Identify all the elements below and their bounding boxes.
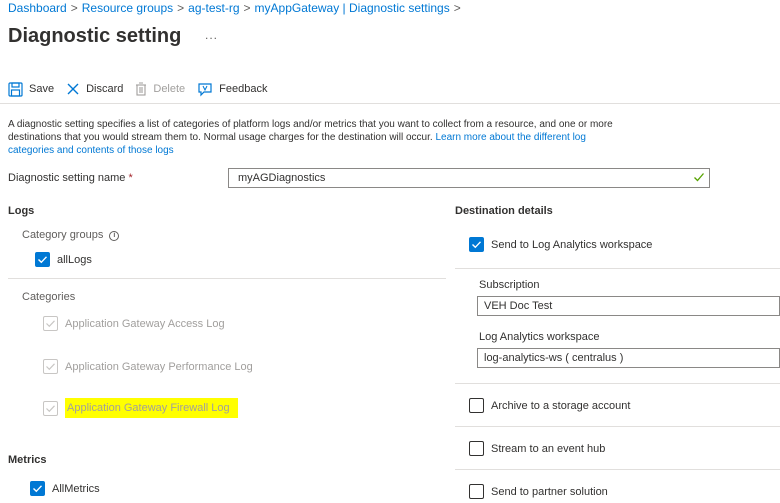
info-icon[interactable]: i [109,231,120,241]
feedback-button[interactable]: Feedback [197,82,267,97]
category-performance-log-label: Application Gateway Performance Log [65,360,253,373]
event-hub-label: Stream to an event hub [491,442,606,455]
breadcrumb-separator: > [453,1,461,15]
destination-heading: Destination details [455,205,553,217]
logs-separator [8,278,446,279]
setting-name-label-text: Diagnostic setting name [8,172,126,184]
more-options-button[interactable]: ... [205,28,218,42]
storage-separator [455,426,780,427]
category-performance-log-row[interactable]: Application Gateway Performance Log [43,359,253,374]
all-metrics-label: AllMetrics [52,482,100,495]
log-analytics-checkbox-row[interactable]: Send to Log Analytics workspace [469,237,652,252]
description: A diagnostic setting specifies a list of… [8,118,628,157]
workspace-dropdown[interactable]: log-analytics-ws ( centralus ) [477,348,780,368]
delete-button[interactable]: Delete [135,82,185,96]
category-access-log-checkbox[interactable] [43,316,58,331]
workspace-separator [455,383,780,384]
partner-solution-label: Send to partner solution [491,485,608,498]
close-icon [67,83,79,95]
logs-heading: Logs [8,205,35,217]
breadcrumb-separator: > [243,1,251,15]
categories-label: Categories [22,291,76,303]
checkmark-icon [38,256,48,264]
breadcrumb-diagnostic-settings[interactable]: myAppGateway | Diagnostic settings [255,1,450,15]
page-title: Diagnostic setting [8,25,182,47]
destination-separator [455,268,780,269]
feedback-label: Feedback [219,83,268,95]
all-logs-checkbox[interactable] [35,252,50,267]
partner-solution-checkbox-row[interactable]: Send to partner solution [469,484,608,499]
breadcrumb-resource-groups[interactable]: Resource groups [82,1,173,15]
required-marker: * [128,172,133,184]
save-button[interactable]: Save [8,81,55,97]
breadcrumb-resource-group[interactable]: ag-test-rg [188,1,239,15]
setting-name-label: Diagnostic setting name * [8,172,133,184]
breadcrumb-separator: > [70,1,78,15]
storage-account-checkbox-row[interactable]: Archive to a storage account [469,398,630,413]
checkmark-icon [46,320,55,328]
save-icon [8,81,23,97]
valid-check-icon [694,173,704,182]
toolbar-divider [0,103,780,104]
category-firewall-log-row[interactable]: Application Gateway Firewall Log [43,398,238,418]
command-bar: Save Discard Delete Feedback [8,80,279,98]
discard-label: Discard [86,83,124,95]
log-analytics-checkbox[interactable] [469,237,484,252]
event-hub-checkbox-row[interactable]: Stream to an event hub [469,441,605,456]
partner-solution-checkbox[interactable] [469,484,484,499]
setting-name-input[interactable] [228,168,710,188]
category-firewall-log-label: Application Gateway Firewall Log [65,398,238,418]
storage-account-checkbox[interactable] [469,398,484,413]
checkmark-icon [33,485,43,493]
checkmark-icon [46,363,55,371]
all-logs-checkbox-row[interactable]: allLogs [35,252,92,267]
delete-label: Delete [153,83,186,95]
all-metrics-checkbox[interactable] [30,481,45,496]
discard-button[interactable]: Discard [66,82,123,96]
metrics-heading: Metrics [8,454,47,466]
log-analytics-label: Send to Log Analytics workspace [491,238,653,251]
category-performance-log-checkbox[interactable] [43,359,58,374]
event-hub-checkbox[interactable] [469,441,484,456]
checkmark-icon [46,404,55,412]
trash-icon [136,82,147,96]
breadcrumb-separator: > [177,1,185,15]
breadcrumb-dashboard[interactable]: Dashboard [8,1,67,15]
all-metrics-checkbox-row[interactable]: AllMetrics [30,481,100,496]
category-firewall-log-checkbox[interactable] [43,400,58,416]
save-label: Save [29,83,55,95]
category-access-log-label: Application Gateway Access Log [65,317,225,330]
subscription-label: Subscription [479,279,540,291]
feedback-icon [198,82,212,96]
category-access-log-row[interactable]: Application Gateway Access Log [43,316,225,331]
category-groups-label: Category groups i [22,229,120,241]
storage-account-label: Archive to a storage account [491,399,631,412]
event-hub-separator [455,469,780,470]
breadcrumb: Dashboard > Resource groups > ag-test-rg > myA… [8,1,465,15]
workspace-label: Log Analytics workspace [479,331,600,343]
all-logs-label: allLogs [57,253,92,266]
subscription-dropdown[interactable]: VEH Doc Test [477,296,780,316]
checkmark-icon [472,241,482,249]
category-groups-text: Category groups [22,229,104,241]
